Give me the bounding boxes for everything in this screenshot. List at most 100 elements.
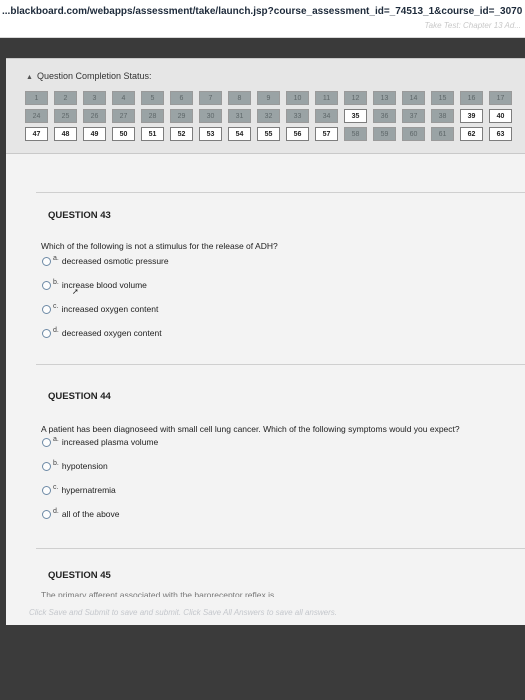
question-status-box-33[interactable]: 33 (286, 109, 309, 123)
question-status-box-51[interactable]: 51 (141, 127, 164, 141)
question-status-box-38[interactable]: 38 (431, 109, 454, 123)
question-status-box-14[interactable]: 14 (402, 91, 425, 105)
question-status-box-63[interactable]: 63 (489, 127, 512, 141)
q44-option-d[interactable]: d. all of the above (42, 507, 120, 519)
radio-button[interactable] (42, 485, 51, 495)
q44-option-b[interactable]: b. hypotension (42, 460, 108, 471)
question-status-box-16[interactable]: 16 (460, 91, 483, 105)
question-completion-status-toggle[interactable]: ▲ Question Completion Status: (26, 71, 152, 81)
browser-address-bar[interactable]: ...blackboard.com/webapps/assessment/tak… (0, 0, 525, 38)
question-status-box-2[interactable]: 2 (54, 91, 77, 105)
question-status-box-6[interactable]: 6 (170, 91, 193, 105)
option-letter: a. (53, 435, 59, 443)
question-status-box-60[interactable]: 60 (402, 127, 425, 141)
option-text: decreased oxygen content (61, 328, 162, 338)
option-text: hypernatremia (61, 485, 116, 495)
option-letter: b. (53, 278, 59, 286)
question-status-box-7[interactable]: 7 (199, 91, 222, 105)
divider (36, 364, 525, 365)
question-status-row: 1 2 3 4 5 6 7 8 9 10 11 12 13 14 15 16 17 (25, 91, 525, 105)
question-status-box-11[interactable]: 11 (315, 91, 338, 105)
take-test-breadcrumb[interactable]: Take Test: Chapter 13 Ad... (424, 21, 521, 30)
question-43-text: Which of the following is not a stimulus… (41, 241, 278, 251)
question-45-text: The primary afferent associated with the… (41, 590, 275, 597)
option-text: increased plasma volume (61, 437, 159, 447)
question-status-box-62[interactable]: 62 (460, 127, 483, 141)
q43-option-a[interactable]: a. decreased osmotic pressure (42, 254, 169, 266)
assessment-content: QUESTION 43 Which of the following is no… (6, 154, 525, 625)
option-text: decreased osmotic pressure (61, 256, 169, 266)
option-letter: d. (53, 507, 59, 515)
question-status-box-48[interactable]: 48 (54, 127, 77, 141)
radio-button[interactable] (42, 280, 51, 290)
question-status-box-10[interactable]: 10 (286, 91, 309, 105)
option-letter: c. (53, 483, 59, 491)
question-status-box-5[interactable]: 5 (141, 91, 164, 105)
question-status-box-37[interactable]: 37 (402, 109, 425, 123)
question-status-box-17[interactable]: 17 (489, 91, 512, 105)
radio-button[interactable] (42, 328, 51, 338)
question-status-box-31[interactable]: 31 (228, 109, 251, 123)
option-letter: d. (53, 326, 59, 334)
question-44-title: QUESTION 44 (48, 391, 111, 402)
question-status-grid: 1 2 3 4 5 6 7 8 9 10 11 12 13 14 15 16 17 24 25 26 27 28 29 30 3… (25, 91, 525, 145)
question-status-box-25[interactable]: 25 (54, 109, 77, 123)
question-status-box-39[interactable]: 39 (460, 109, 483, 123)
question-status-box-3[interactable]: 3 (83, 91, 106, 105)
divider (36, 548, 525, 549)
question-status-box-13[interactable]: 13 (373, 91, 396, 105)
question-status-box-56[interactable]: 56 (286, 127, 309, 141)
question-status-box-12[interactable]: 12 (344, 91, 367, 105)
question-45-title: QUESTION 45 (48, 570, 111, 581)
divider (36, 192, 525, 193)
question-status-box-27[interactable]: 27 (112, 109, 135, 123)
question-status-box-29[interactable]: 29 (170, 109, 193, 123)
question-status-box-47[interactable]: 47 (25, 127, 48, 141)
question-status-box-4[interactable]: 4 (112, 91, 135, 105)
radio-button[interactable] (42, 304, 51, 314)
q43-option-c[interactable]: c. increased oxygen content (42, 302, 158, 314)
question-status-box-55[interactable]: 55 (257, 127, 280, 141)
question-44-text: A patient has been diagnoseed with small… (41, 424, 460, 434)
question-status-box-59[interactable]: 59 (373, 127, 396, 141)
option-letter: c. (53, 302, 59, 310)
mouse-cursor-icon: ➚ (72, 287, 79, 296)
question-status-box-15[interactable]: 15 (431, 91, 454, 105)
question-status-box-61[interactable]: 61 (431, 127, 454, 141)
radio-button[interactable] (42, 256, 51, 266)
question-status-box-9[interactable]: 9 (257, 91, 280, 105)
radio-button[interactable] (42, 461, 51, 471)
option-text: hypotension (61, 461, 108, 471)
question-status-box-52[interactable]: 52 (170, 127, 193, 141)
caret-up-icon: ▲ (26, 74, 33, 81)
bottom-background (0, 625, 525, 700)
radio-button[interactable] (42, 509, 51, 519)
q43-option-d[interactable]: d. decreased oxygen content (42, 326, 162, 338)
question-status-box-36[interactable]: 36 (373, 109, 396, 123)
radio-button[interactable] (42, 437, 51, 447)
q43-option-b[interactable]: b. increase blood volume (42, 278, 147, 290)
q44-option-a[interactable]: a. increased plasma volume (42, 435, 159, 447)
option-letter: a. (53, 254, 59, 262)
question-status-box-28[interactable]: 28 (141, 109, 164, 123)
question-status-row: 24 25 26 27 28 29 30 31 32 33 34 35 36 37 38 39 40 (25, 109, 525, 123)
question-status-box-40[interactable]: 40 (489, 109, 512, 123)
question-status-box-32[interactable]: 32 (257, 109, 280, 123)
url-text[interactable]: ...blackboard.com/webapps/assessment/tak… (2, 6, 522, 17)
question-status-box-53[interactable]: 53 (199, 127, 222, 141)
question-status-box-8[interactable]: 8 (228, 91, 251, 105)
q44-option-c[interactable]: c. hypernatremia (42, 483, 116, 495)
question-status-box-57[interactable]: 57 (315, 127, 338, 141)
question-status-box-30[interactable]: 30 (199, 109, 222, 123)
question-status-box-58[interactable]: 58 (344, 127, 367, 141)
question-status-box-1[interactable]: 1 (25, 91, 48, 105)
question-status-box-50[interactable]: 50 (112, 127, 135, 141)
question-status-box-54[interactable]: 54 (228, 127, 251, 141)
question-completion-status-panel: ▲ Question Completion Status: 1 2 3 4 5 6 7 8 9 10… (6, 58, 525, 154)
question-status-box-35[interactable]: 35 (344, 109, 367, 123)
question-status-box-34[interactable]: 34 (315, 109, 338, 123)
question-status-box-26[interactable]: 26 (83, 109, 106, 123)
question-43-title: QUESTION 43 (48, 210, 111, 221)
question-status-box-49[interactable]: 49 (83, 127, 106, 141)
question-status-box-24[interactable]: 24 (25, 109, 48, 123)
